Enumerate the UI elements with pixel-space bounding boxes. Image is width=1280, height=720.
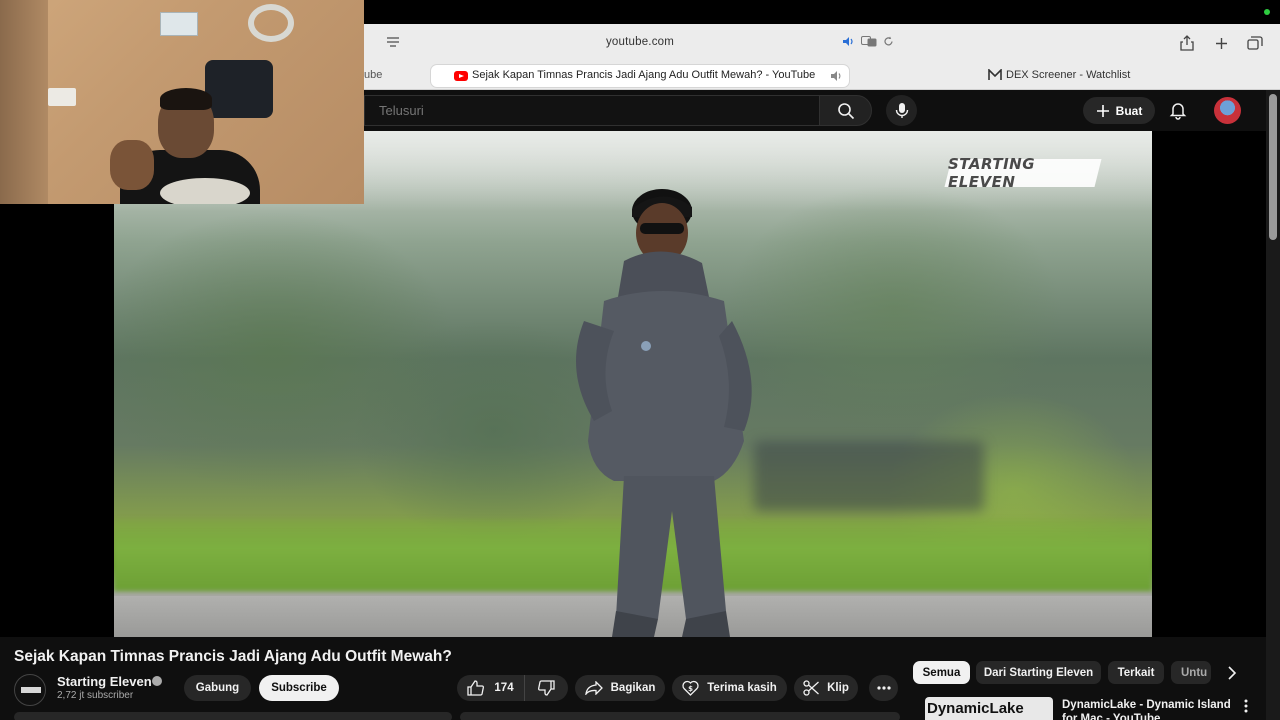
- user-avatar[interactable]: [1214, 97, 1241, 124]
- video-bench: [754, 441, 984, 511]
- share-button[interactable]: Bagikan: [575, 675, 665, 701]
- search-input[interactable]: [379, 103, 799, 118]
- share-label: Bagikan: [610, 682, 656, 694]
- webcam-plate: [160, 178, 250, 204]
- channel-name[interactable]: Starting Eleven: [57, 674, 152, 689]
- tab-overview-icon[interactable]: [1246, 34, 1264, 52]
- share-arrow-icon: [584, 681, 603, 695]
- chevron-right-icon: [1227, 666, 1236, 680]
- clip-label: Klip: [827, 682, 849, 694]
- search-box[interactable]: [364, 95, 819, 126]
- webcam-person-hand: [110, 140, 154, 190]
- youtube-icon: [454, 71, 468, 81]
- thumbs-up-icon: [467, 680, 485, 696]
- webcam-overlay: [0, 0, 364, 204]
- chip-related[interactable]: Terkait: [1108, 661, 1164, 684]
- tab-title: Sejak Kapan Timnas Prancis Jadi Ajang Ad…: [472, 69, 816, 81]
- webcam-person-hair: [160, 88, 212, 110]
- tab-active[interactable]: Sejak Kapan Timnas Prancis Jadi Ajang Ad…: [431, 65, 849, 87]
- description-box-edge-2: [460, 712, 900, 720]
- recommendation-thumbnail[interactable]: DynamicLake: [925, 697, 1053, 720]
- notifications-bell-icon[interactable]: [1168, 100, 1188, 120]
- svg-text:$: $: [688, 685, 693, 693]
- create-button[interactable]: Buat: [1083, 97, 1155, 124]
- subscribe-button[interactable]: Subscribe: [259, 675, 339, 701]
- chips-next-button[interactable]: [1222, 663, 1242, 683]
- create-label: Buat: [1115, 103, 1143, 118]
- video-subject-figure: [576, 189, 752, 637]
- screen: youtube.com ube Sejak Kapan Timnas Pranc…: [0, 0, 1280, 720]
- chip-from-channel[interactable]: Dari Starting Eleven: [976, 661, 1101, 684]
- like-count: 174: [494, 682, 514, 694]
- video-info: Sejak Kapan Timnas Prancis Jadi Ajang Ad…: [0, 637, 1266, 720]
- more-actions-button[interactable]: [869, 675, 898, 701]
- webcam-bag: [205, 60, 273, 118]
- plus-icon: [1096, 104, 1109, 117]
- more-horizontal-icon: [876, 686, 891, 690]
- thanks-label: Terima kasih: [707, 682, 777, 694]
- page-scrollbar[interactable]: [1266, 90, 1280, 720]
- video-player[interactable]: STARTING ELEVEN: [114, 131, 1152, 637]
- audio-icon[interactable]: [842, 36, 855, 47]
- camera-indicator-icon: [1264, 9, 1270, 15]
- chip-all[interactable]: Semua: [913, 661, 970, 684]
- channel-watermark: STARTING ELEVEN: [944, 155, 1102, 191]
- webcam-router: [48, 88, 76, 106]
- tab-youtube-partial[interactable]: ube: [364, 69, 382, 81]
- search-icon: [837, 102, 854, 119]
- new-tab-icon[interactable]: [1212, 34, 1230, 52]
- more-vertical-icon[interactable]: [1240, 699, 1252, 713]
- scissors-icon: [803, 680, 820, 696]
- dislike-button[interactable]: [525, 675, 568, 701]
- channel-avatar[interactable]: [14, 674, 46, 706]
- recommendation-title[interactable]: DynamicLake - Dynamic Island for Mac - Y…: [1062, 698, 1234, 720]
- webcam-wreath: [248, 4, 294, 42]
- tab-audio-icon[interactable]: [830, 70, 842, 82]
- scrollbar-thumb[interactable]: [1269, 94, 1277, 240]
- subscriber-count: 2,72 jt subscriber: [57, 690, 134, 701]
- search-button[interactable]: [819, 95, 872, 126]
- reload-icon[interactable]: [883, 36, 894, 47]
- webcam-poster: [160, 12, 198, 36]
- thanks-icon: $: [682, 680, 699, 696]
- webcam-wall-edge: [0, 0, 48, 204]
- join-button[interactable]: Gabung: [184, 675, 251, 701]
- address-icons: [842, 36, 894, 47]
- browser-actions: [1178, 34, 1264, 52]
- thanks-button[interactable]: $ Terima kasih: [672, 675, 787, 701]
- voice-search-button[interactable]: [886, 95, 917, 126]
- recommendation-thumb-text: DynamicLake: [927, 700, 1024, 717]
- thumbs-down-icon: [538, 680, 555, 696]
- translate-icon[interactable]: [861, 36, 877, 47]
- share-icon[interactable]: [1178, 34, 1196, 52]
- description-box-edge: [14, 712, 452, 720]
- dex-icon: [988, 69, 1002, 80]
- like-button[interactable]: 174: [457, 675, 525, 701]
- tab-dex-screener[interactable]: DEX Screener - Watchlist: [988, 69, 1130, 81]
- clip-button[interactable]: Klip: [794, 675, 858, 701]
- verified-icon: [152, 676, 162, 686]
- microphone-icon: [895, 103, 908, 118]
- chip-partial[interactable]: Untu: [1171, 661, 1211, 684]
- tab-dex-label: DEX Screener - Watchlist: [1006, 69, 1131, 81]
- video-title: Sejak Kapan Timnas Prancis Jadi Ajang Ad…: [14, 648, 452, 665]
- like-dislike-group: 174: [457, 675, 568, 701]
